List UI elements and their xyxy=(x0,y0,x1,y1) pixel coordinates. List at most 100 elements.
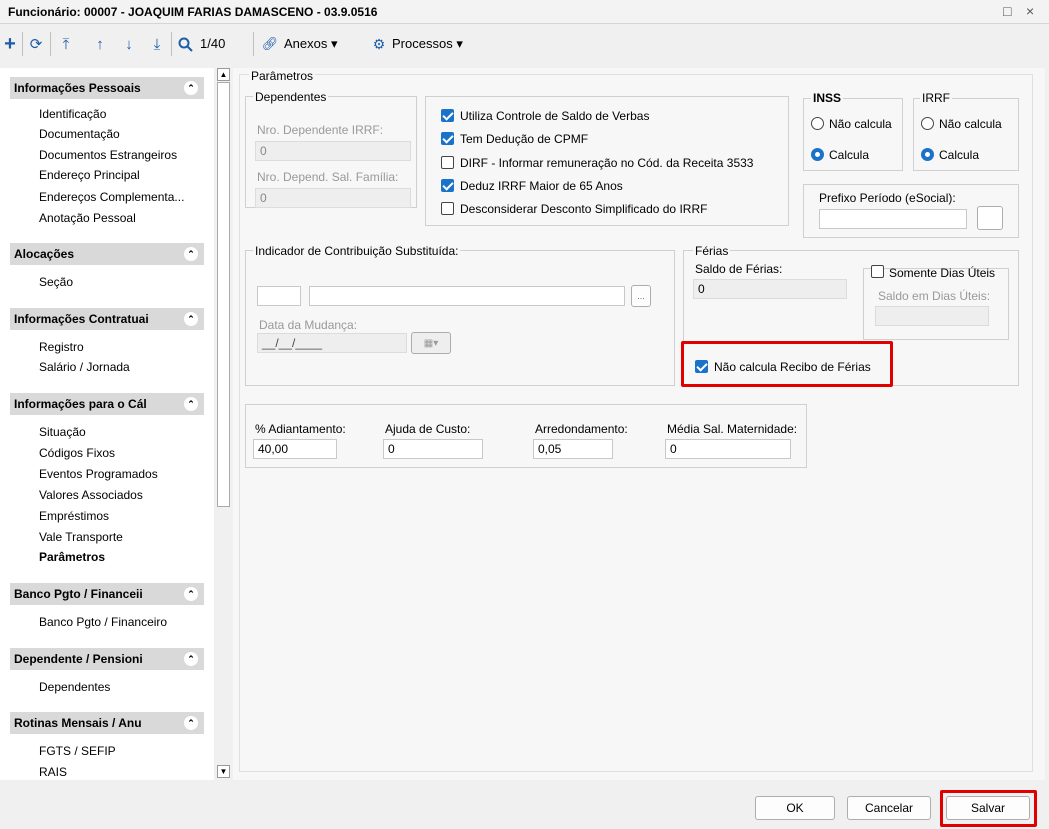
media-maternidade-input[interactable]: 0 xyxy=(665,439,791,459)
sidebar-item[interactable]: Banco Pgto / Financeiro xyxy=(39,615,167,629)
sidebar-item[interactable]: Seção xyxy=(39,275,73,289)
somente-dias-uteis-checkbox[interactable] xyxy=(871,265,884,278)
collapse-icon[interactable]: ⌃ xyxy=(184,81,198,95)
checkbox-label: Deduz IRRF Maior de 65 Anos xyxy=(460,179,623,193)
prefixo-lookup-button[interactable] xyxy=(977,206,1003,230)
sidebar-section-banco[interactable]: Banco Pgto / Financeii ⌃ xyxy=(10,583,204,605)
sidebar-item[interactable]: FGTS / SEFIP xyxy=(39,744,116,758)
sidebar-section-rotinas[interactable]: Rotinas Mensais / Anu ⌃ xyxy=(10,712,204,734)
irrf-dependentes-input[interactable]: 0 xyxy=(255,141,411,161)
sidebar-item[interactable]: Documentação xyxy=(39,127,120,141)
next-record-icon[interactable]: ↓ xyxy=(120,33,138,55)
saldo-dias-uteis-input[interactable] xyxy=(875,306,989,326)
radio-label: Não calcula xyxy=(939,117,1002,131)
adiantamento-input[interactable]: 40,00 xyxy=(253,439,337,459)
arredondamento-input[interactable]: 0,05 xyxy=(533,439,613,459)
scroll-up-icon[interactable]: ▲ xyxy=(217,68,230,81)
ok-button[interactable]: OK xyxy=(755,796,835,820)
scroll-thumb[interactable] xyxy=(217,82,230,507)
saldo-dias-uteis-label: Saldo em Dias Úteis: xyxy=(878,289,991,303)
sidebar-item[interactable]: Identificação xyxy=(39,107,106,121)
last-record-icon[interactable]: ⤓ xyxy=(148,33,166,55)
irrf-title: IRRF xyxy=(920,91,952,105)
irrf-nao-calcula-radio[interactable] xyxy=(921,117,934,130)
collapse-icon[interactable]: ⌃ xyxy=(184,247,198,261)
sidebar-item[interactable]: Dependentes xyxy=(39,680,110,694)
anexos-menu[interactable]: Anexos ▾ xyxy=(284,36,338,52)
arredondamento-label: Arredondamento: xyxy=(535,422,628,436)
previous-record-icon[interactable]: ↑ xyxy=(91,33,109,55)
calendar-icon[interactable]: ▦▾ xyxy=(411,332,451,354)
footer: OK Cancelar Salvar xyxy=(0,780,1049,829)
attachment-icon[interactable]: 🔗︎ xyxy=(262,33,279,55)
window-title: Funcionário: 00007 - JOAQUIM FARIAS DAMA… xyxy=(8,5,378,19)
search-icon[interactable] xyxy=(176,33,194,55)
adiantamento-label: % Adiantamento: xyxy=(255,422,346,436)
sidebar-item[interactable]: Registro xyxy=(39,340,84,354)
ferias-title: Férias xyxy=(693,244,731,258)
record-counter: 1/40 xyxy=(200,36,226,51)
sidebar-item[interactable]: Valores Associados xyxy=(39,488,143,502)
checkbox-irrf-65[interactable] xyxy=(441,179,454,192)
collapse-icon[interactable]: ⌃ xyxy=(184,716,198,730)
indicador-title: Indicador de Contribuição Substituída: xyxy=(253,244,461,258)
sidebar-item[interactable]: Endereço Principal xyxy=(39,168,140,182)
checkbox-dirf[interactable] xyxy=(441,156,454,169)
sidebar-item[interactable]: RAIS xyxy=(39,765,67,779)
sidebar-section-informacoes-pessoais[interactable]: Informações Pessoais ⌃ xyxy=(10,77,204,99)
inss-nao-calcula-radio[interactable] xyxy=(811,117,824,130)
indicador-desc-input[interactable] xyxy=(309,286,625,306)
data-mudanca-input[interactable]: __/__/____ xyxy=(257,333,407,353)
first-record-icon[interactable]: ⤒ xyxy=(57,33,75,55)
gear-icon[interactable]: ⚙ xyxy=(371,33,387,55)
saldo-ferias-input[interactable]: 0 xyxy=(693,279,847,299)
checkbox-desconto-simplificado[interactable] xyxy=(441,202,454,215)
ajuda-custo-input[interactable]: 0 xyxy=(383,439,483,459)
checkbox-cpmf[interactable] xyxy=(441,132,454,145)
collapse-icon[interactable]: ⌃ xyxy=(184,587,198,601)
salfam-dependentes-input[interactable]: 0 xyxy=(255,188,411,208)
sidebar-item[interactable]: Eventos Programados xyxy=(39,467,158,481)
collapse-icon[interactable]: ⌃ xyxy=(184,652,198,666)
sidebar-section-informacoes-contratuais[interactable]: Informações Contratuai ⌃ xyxy=(10,308,204,330)
add-icon[interactable]: + xyxy=(2,33,18,55)
sidebar-item[interactable]: Salário / Jornada xyxy=(39,360,130,374)
data-mudanca-label: Data da Mudança: xyxy=(259,318,358,332)
sidebar-item[interactable]: Códigos Fixos xyxy=(39,446,115,460)
inss-calcula-radio[interactable] xyxy=(811,148,824,161)
toolbar-separator xyxy=(22,32,23,56)
irrf-calcula-radio[interactable] xyxy=(921,148,934,161)
sidebar-item[interactable]: Empréstimos xyxy=(39,509,109,523)
nao-calcula-recibo-checkbox[interactable] xyxy=(695,360,708,373)
prefixo-input[interactable] xyxy=(819,209,967,229)
collapse-icon[interactable]: ⌃ xyxy=(184,397,198,411)
media-maternidade-label: Média Sal. Maternidade: xyxy=(667,422,798,436)
indicador-lookup-button[interactable]: ... xyxy=(631,285,651,307)
indicador-code-input[interactable] xyxy=(257,286,301,306)
checkbox-saldo-verbas[interactable] xyxy=(441,109,454,122)
sidebar-section-alocacoes[interactable]: Alocações ⌃ xyxy=(10,243,204,265)
inss-title: INSS xyxy=(811,91,844,105)
refresh-icon[interactable]: ⟳ xyxy=(27,33,45,55)
sidebar-item[interactable]: Endereços Complementa... xyxy=(39,190,184,204)
checkbox-label: Desconsiderar Desconto Simplificado do I… xyxy=(460,202,708,216)
sidebar-item[interactable]: Vale Transporte xyxy=(39,530,123,544)
radio-label: Calcula xyxy=(829,148,870,162)
processos-menu[interactable]: Processos ▾ xyxy=(392,36,463,52)
sidebar-item[interactable]: Situação xyxy=(39,425,86,439)
saldo-ferias-label: Saldo de Férias: xyxy=(695,262,783,276)
checkbox-label: Utiliza Controle de Saldo de Verbas xyxy=(460,109,650,123)
collapse-icon[interactable]: ⌃ xyxy=(184,312,198,326)
cancel-button[interactable]: Cancelar xyxy=(847,796,931,820)
toolbar-separator xyxy=(253,32,254,56)
sidebar-section-informacoes-calculo[interactable]: Informações para o Cál ⌃ xyxy=(10,393,204,415)
sidebar-item[interactable]: Documentos Estrangeiros xyxy=(39,148,177,162)
save-button[interactable]: Salvar xyxy=(946,796,1030,820)
close-button[interactable]: × xyxy=(1026,3,1034,19)
maximize-button[interactable]: □ xyxy=(1003,3,1011,19)
sidebar-item-active[interactable]: Parâmetros xyxy=(39,550,105,564)
dependentes-title: Dependentes xyxy=(253,90,329,104)
scroll-down-icon[interactable]: ▼ xyxy=(217,765,230,778)
sidebar-section-dependentes[interactable]: Dependente / Pensioni ⌃ xyxy=(10,648,204,670)
sidebar-item[interactable]: Anotação Pessoal xyxy=(39,211,136,225)
